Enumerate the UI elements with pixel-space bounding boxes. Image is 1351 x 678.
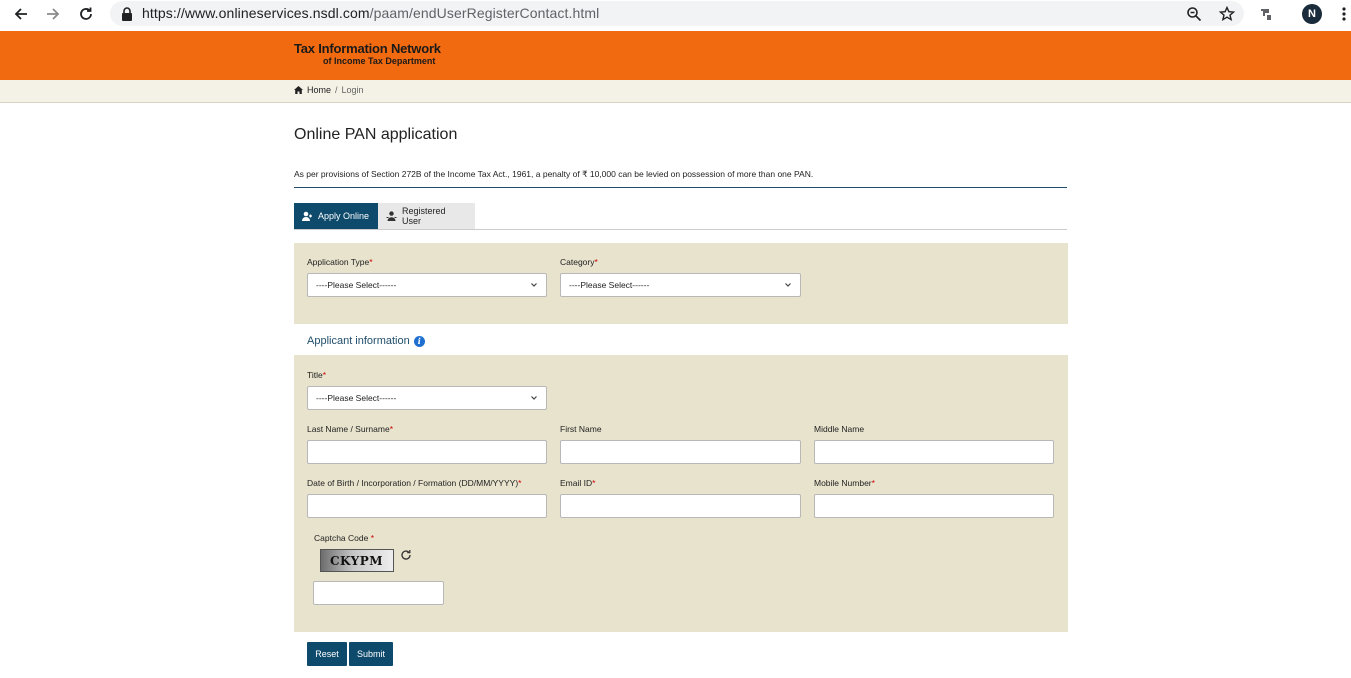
tab-apply-online-label: Apply Online bbox=[318, 211, 370, 221]
dob-label: Date of Birth / Incorporation / Formatio… bbox=[307, 478, 522, 488]
category-value: ----Please Select------ bbox=[569, 280, 650, 290]
title-value: ----Please Select------ bbox=[316, 393, 397, 403]
url-host: https://www.onlineservices.nsdl.com bbox=[142, 5, 370, 21]
captcha-label: Captcha Code * bbox=[314, 533, 375, 543]
user-add-icon bbox=[302, 211, 312, 221]
info-icon[interactable]: i bbox=[413, 335, 425, 347]
penalty-notice: As per provisions of Section 272B of the… bbox=[294, 169, 814, 179]
site-header: Tax Information Network of Income Tax De… bbox=[0, 31, 1351, 80]
applicant-information-heading: Applicant information i bbox=[307, 335, 425, 347]
extension-icon[interactable] bbox=[1257, 4, 1277, 24]
reset-button[interactable]: Reset bbox=[307, 642, 347, 666]
email-input[interactable] bbox=[560, 494, 801, 518]
breadcrumb: Home / Login bbox=[294, 85, 364, 95]
profile-avatar[interactable]: N bbox=[1302, 4, 1322, 24]
forward-arrow-icon[interactable] bbox=[43, 4, 63, 24]
tab-registered-user[interactable]: Registered User bbox=[378, 203, 475, 229]
tab-bar: Apply Online Registered User bbox=[294, 203, 1067, 230]
breadcrumb-current: Login bbox=[341, 85, 364, 95]
title-select[interactable]: ----Please Select------ bbox=[307, 386, 547, 410]
breadcrumb-bar: Home / Login bbox=[0, 80, 1351, 103]
middle-name-input[interactable] bbox=[814, 440, 1054, 464]
chevron-down-icon bbox=[785, 283, 791, 287]
chevron-down-icon bbox=[531, 396, 537, 400]
email-label: Email ID* bbox=[560, 478, 596, 488]
users-icon bbox=[386, 211, 397, 221]
dob-input[interactable] bbox=[307, 494, 547, 518]
last-name-input[interactable] bbox=[307, 440, 547, 464]
mobile-label: Mobile Number* bbox=[814, 478, 875, 488]
category-select[interactable]: ----Please Select------ bbox=[560, 273, 801, 297]
lock-icon[interactable] bbox=[118, 5, 136, 23]
url-path: /paam/endUserRegisterContact.html bbox=[369, 5, 600, 21]
submit-button[interactable]: Submit bbox=[349, 642, 393, 666]
application-type-select[interactable]: ----Please Select------ bbox=[307, 273, 547, 297]
tin-logo[interactable]: Tax Information Network of Income Tax De… bbox=[294, 42, 441, 66]
notice-divider bbox=[294, 187, 1067, 188]
tab-registered-user-label: Registered User bbox=[402, 206, 446, 226]
category-label: Category* bbox=[560, 257, 598, 267]
title-label: Title* bbox=[307, 370, 327, 380]
url-text[interactable]: https://www.onlineservices.nsdl.com/paam… bbox=[142, 5, 599, 21]
applicant-information-label: Applicant information bbox=[307, 335, 410, 347]
first-name-input[interactable] bbox=[560, 440, 801, 464]
page-title: Online PAN application bbox=[294, 126, 458, 143]
application-type-value: ----Please Select------ bbox=[316, 280, 397, 290]
captcha-image: CKYPM bbox=[320, 549, 394, 572]
tab-apply-online[interactable]: Apply Online bbox=[294, 203, 378, 229]
captcha-image-text: CKYPM bbox=[330, 553, 384, 568]
application-type-label: Application Type* bbox=[307, 257, 373, 267]
breadcrumb-separator: / bbox=[335, 85, 338, 95]
chevron-down-icon bbox=[531, 283, 537, 287]
last-name-label: Last Name / Surname* bbox=[307, 424, 393, 434]
middle-name-label: Middle Name bbox=[814, 424, 865, 434]
zoom-icon[interactable] bbox=[1185, 5, 1203, 23]
reload-icon[interactable] bbox=[76, 4, 96, 24]
address-bar[interactable]: https://www.onlineservices.nsdl.com/paam… bbox=[110, 1, 1244, 26]
breadcrumb-home-link[interactable]: Home bbox=[307, 85, 331, 95]
first-name-label: First Name bbox=[560, 424, 602, 434]
logo-subtitle: of Income Tax Department bbox=[323, 56, 436, 66]
refresh-captcha-icon[interactable] bbox=[400, 549, 412, 561]
logo-title: Tax Information Network bbox=[294, 41, 441, 56]
menu-kebab-icon[interactable] bbox=[1334, 4, 1351, 24]
bookmark-star-icon[interactable] bbox=[1218, 5, 1236, 23]
back-arrow-icon[interactable] bbox=[11, 4, 31, 24]
browser-toolbar: https://www.onlineservices.nsdl.com/paam… bbox=[0, 0, 1351, 28]
captcha-input[interactable] bbox=[313, 581, 444, 605]
mobile-input[interactable] bbox=[814, 494, 1054, 518]
home-icon[interactable] bbox=[294, 86, 303, 94]
